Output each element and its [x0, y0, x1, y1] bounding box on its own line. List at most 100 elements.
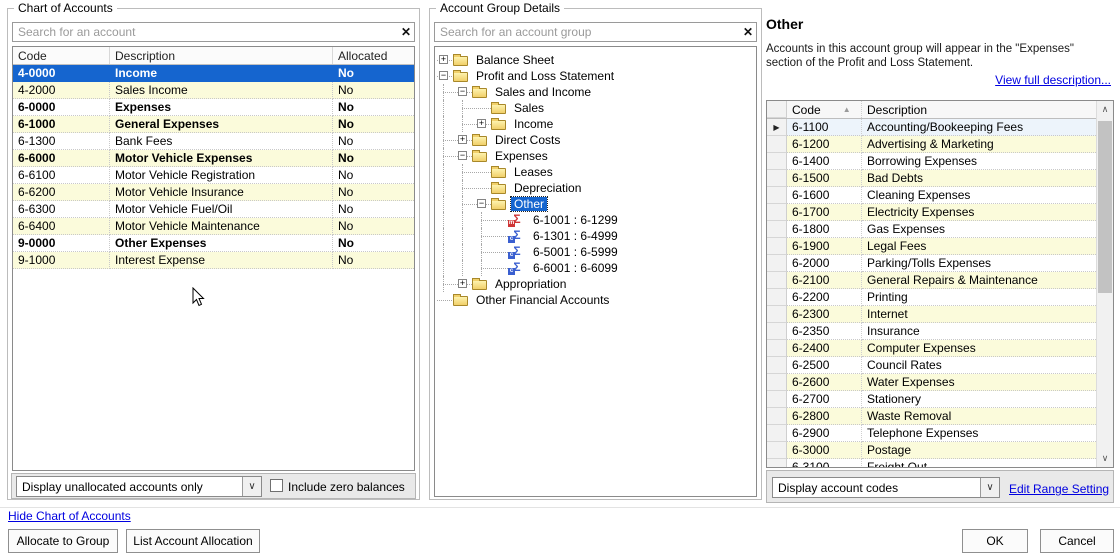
tree-node[interactable]: Other Financial Accounts [435, 292, 756, 308]
tree-node-label[interactable]: 6-6001 : 6-6099 [530, 261, 621, 275]
collapse-icon[interactable]: − [477, 199, 486, 208]
tree-node[interactable]: +Direct Costs [435, 132, 756, 148]
row-selector-cell[interactable]: ▶ [767, 119, 787, 136]
account-search-input[interactable] [13, 23, 394, 41]
row-selector-cell[interactable] [767, 323, 787, 340]
tree-node-label[interactable]: Other Financial Accounts [473, 293, 612, 307]
row-selector-cell[interactable] [767, 289, 787, 306]
tree-node[interactable]: Sales [435, 100, 756, 116]
grid-row[interactable]: 6-1600Cleaning Expenses [767, 187, 1098, 204]
grid-row[interactable]: 6-1700Electricity Expenses [767, 204, 1098, 221]
grid-row[interactable]: 6-2300Internet [767, 306, 1098, 323]
table-row[interactable]: 4-2000Sales IncomeNo [13, 82, 414, 99]
edit-range-setting-link[interactable]: Edit Range Setting [1009, 482, 1109, 496]
grid-row[interactable]: 6-1900Legal Fees [767, 238, 1098, 255]
grid-row[interactable]: 6-2900Telephone Expenses [767, 425, 1098, 442]
row-selector-cell[interactable] [767, 136, 787, 153]
tree-node[interactable]: + Balance Sheet [435, 52, 756, 68]
table-row[interactable]: 6-1000General ExpensesNo [13, 116, 414, 133]
grid-row[interactable]: 6-2350Insurance [767, 323, 1098, 340]
ok-button[interactable]: OK [962, 529, 1028, 553]
expand-icon[interactable]: + [439, 55, 448, 64]
allocate-to-group-button[interactable]: Allocate to Group [8, 529, 118, 553]
tree-node[interactable]: Leases [435, 164, 756, 180]
row-selector-cell[interactable] [767, 408, 787, 425]
grid-row[interactable]: 6-3100Freight Out [767, 459, 1098, 468]
scroll-up-icon[interactable]: ∧ [1097, 101, 1113, 118]
expand-icon[interactable]: + [477, 119, 486, 128]
collapse-icon[interactable]: − [458, 151, 467, 160]
grid-row[interactable]: 6-2800Waste Removal [767, 408, 1098, 425]
expand-icon[interactable]: + [458, 279, 467, 288]
tree-node-label[interactable]: Sales and Income [492, 85, 594, 99]
view-full-description-link[interactable]: View full description... [995, 73, 1111, 87]
list-account-allocation-button[interactable]: List Account Allocation [126, 529, 260, 553]
grid-row[interactable]: 6-2000Parking/Tolls Expenses [767, 255, 1098, 272]
tree-node-label[interactable]: 6-5001 : 6-5999 [530, 245, 621, 259]
tree-node-label[interactable]: Profit and Loss Statement [473, 69, 617, 83]
table-row[interactable]: 6-6400Motor Vehicle MaintenanceNo [13, 218, 414, 235]
hide-chart-of-accounts-link[interactable]: Hide Chart of Accounts [8, 509, 131, 523]
include-zero-balances-checkbox[interactable] [270, 479, 283, 492]
row-selector-cell[interactable] [767, 255, 787, 272]
table-row[interactable]: 6-1300Bank FeesNo [13, 133, 414, 150]
chevron-down-icon[interactable]: ∨ [242, 477, 261, 496]
tree-node[interactable]: − Sales and Income [435, 84, 756, 100]
display-filter-dropdown[interactable]: Display unallocated accounts only ∨ [16, 476, 262, 497]
column-header-code[interactable]: Code [13, 47, 110, 64]
tree-node-label[interactable]: Balance Sheet [473, 53, 557, 67]
column-header-description[interactable]: Description [110, 47, 333, 64]
tree-node-label[interactable]: Leases [511, 165, 556, 179]
table-row[interactable]: 6-6000Motor Vehicle ExpensesNo [13, 150, 414, 167]
row-selector-cell[interactable] [767, 442, 787, 459]
tree-node-label[interactable]: Depreciation [511, 181, 584, 195]
collapse-icon[interactable]: − [458, 87, 467, 96]
grid-row[interactable]: ▶6-1100Accounting/Bookeeping Fees [767, 119, 1098, 136]
grid-row[interactable]: 6-2100General Repairs & Maintenance [767, 272, 1098, 289]
tree-node[interactable]: Depreciation [435, 180, 756, 196]
row-selector-cell[interactable] [767, 187, 787, 204]
tree-node-label[interactable]: 6-1001 : 6-1299 [530, 213, 621, 227]
grid-row[interactable]: 6-3000Postage [767, 442, 1098, 459]
row-selector-cell[interactable] [767, 238, 787, 255]
scroll-down-icon[interactable]: ∨ [1097, 450, 1113, 467]
row-selector-cell[interactable] [767, 374, 787, 391]
row-selector-cell[interactable] [767, 170, 787, 187]
tree-node-label[interactable]: Income [511, 117, 556, 131]
account-group-search-input[interactable] [435, 23, 736, 41]
tree-node-label[interactable]: Sales [511, 101, 547, 115]
row-selector-cell[interactable] [767, 391, 787, 408]
grid-row[interactable]: 6-2700Stationery [767, 391, 1098, 408]
tree-node[interactable]: − Expenses [435, 148, 756, 164]
grid-row[interactable]: 6-1800Gas Expenses [767, 221, 1098, 238]
grid-row[interactable]: 6-2400Computer Expenses [767, 340, 1098, 357]
row-selector-cell[interactable] [767, 425, 787, 442]
table-row[interactable]: 6-6200Motor Vehicle InsuranceNo [13, 184, 414, 201]
row-selector-cell[interactable] [767, 204, 787, 221]
tree-node-label[interactable]: Expenses [492, 149, 551, 163]
chevron-down-icon[interactable]: ∨ [980, 478, 999, 497]
tree-node[interactable]: Σm6-1001 : 6-1299 [435, 212, 756, 228]
tree-node[interactable]: Σc6-5001 : 6-5999 [435, 244, 756, 260]
row-selector-cell[interactable] [767, 221, 787, 238]
tree-node-label[interactable]: 6-1301 : 6-4999 [530, 229, 621, 243]
vertical-scrollbar[interactable]: ∧ ∨ [1096, 101, 1113, 467]
grid-row[interactable]: 6-1500Bad Debts [767, 170, 1098, 187]
table-row[interactable]: 9-1000Interest ExpenseNo [13, 252, 414, 269]
table-row[interactable]: 6-6100Motor Vehicle RegistrationNo [13, 167, 414, 184]
tree-node[interactable]: Σc6-6001 : 6-6099 [435, 260, 756, 276]
row-selector-cell[interactable] [767, 459, 787, 468]
row-selector-cell[interactable] [767, 357, 787, 374]
display-codes-dropdown[interactable]: Display account codes ∨ [772, 477, 1000, 498]
row-selector-cell[interactable] [767, 272, 787, 289]
column-header-allocated[interactable]: Allocated [333, 47, 414, 64]
tree-node[interactable]: +Appropriation [435, 276, 756, 292]
grid-row[interactable]: 6-2500Council Rates [767, 357, 1098, 374]
table-row[interactable]: 4-0000IncomeNo [13, 65, 414, 82]
cancel-button[interactable]: Cancel [1040, 529, 1114, 553]
tree-node-label[interactable]: Other [511, 197, 547, 211]
tree-node[interactable]: + Income [435, 116, 756, 132]
tree-node[interactable]: −Profit and Loss Statement [435, 68, 756, 84]
grid-row[interactable]: 6-2600Water Expenses [767, 374, 1098, 391]
tree-node-label[interactable]: Direct Costs [492, 133, 563, 147]
